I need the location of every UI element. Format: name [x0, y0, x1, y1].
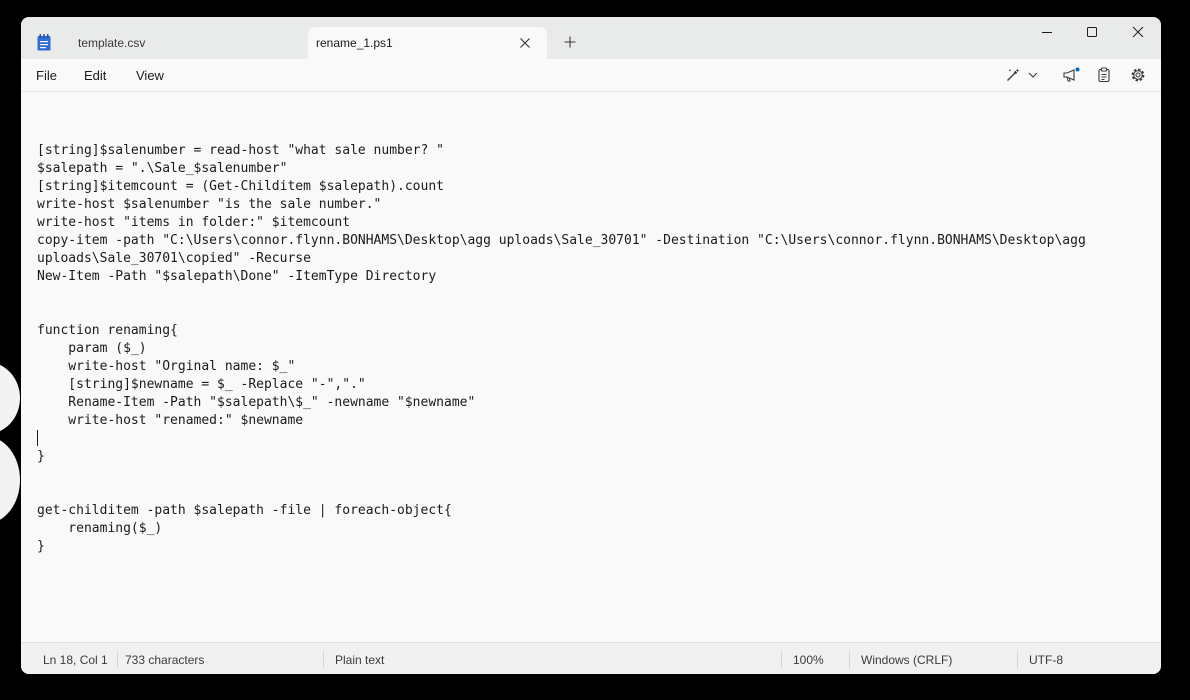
cursor-position: Ln 18, Col 1 [43, 653, 108, 667]
text-encoding[interactable]: UTF-8 [1029, 653, 1063, 667]
background-shape [0, 436, 20, 524]
status-divider [323, 651, 324, 668]
close-tab-icon[interactable] [519, 37, 531, 49]
minimize-button[interactable] [1024, 17, 1070, 47]
status-divider [849, 651, 850, 668]
tab-label: rename_1.ps1 [316, 36, 393, 50]
minimize-icon [1042, 32, 1052, 33]
tab-label: template.csv [78, 36, 146, 50]
close-icon [1132, 26, 1144, 38]
status-bar: Ln 18, Col 1 733 characters Plain text 1… [21, 642, 1161, 674]
maximize-icon [1087, 27, 1097, 37]
title-bar: template.csv rename_1.ps1 [21, 17, 1161, 59]
editor-text[interactable]: [string]$salenumber = read-host "what sa… [37, 142, 1086, 556]
character-count: 733 characters [125, 653, 205, 667]
clipboard-icon[interactable] [1096, 67, 1112, 83]
menu-view[interactable]: View [136, 68, 164, 83]
text-cursor [37, 430, 38, 446]
text-editor[interactable]: [string]$salenumber = read-host "what sa… [21, 92, 1161, 642]
status-divider [117, 651, 118, 668]
menu-file[interactable]: File [36, 68, 57, 83]
new-tab-plus-icon[interactable] [562, 34, 578, 50]
maximize-button[interactable] [1069, 17, 1115, 47]
tab-template-csv[interactable]: template.csv [63, 27, 305, 59]
background-shape [0, 362, 20, 434]
menu-edit[interactable]: Edit [84, 68, 106, 83]
copilot-rewrite-icon[interactable] [1005, 67, 1021, 83]
status-divider [1017, 651, 1018, 668]
close-window-button[interactable] [1115, 17, 1161, 47]
status-divider [781, 651, 782, 668]
gear-icon[interactable] [1130, 67, 1146, 83]
file-format: Plain text [335, 653, 385, 667]
line-ending[interactable]: Windows (CRLF) [861, 653, 952, 667]
tab-rename-ps1[interactable]: rename_1.ps1 [308, 27, 547, 59]
notepad-app-icon [37, 34, 51, 51]
zoom-level[interactable]: 100% [793, 653, 824, 667]
megaphone-icon[interactable] [1062, 67, 1080, 83]
menu-bar: File Edit View [21, 59, 1161, 92]
chevron-down-icon[interactable] [1028, 71, 1038, 79]
notepad-window: template.csv rename_1.ps1 File Edit View… [21, 17, 1161, 674]
